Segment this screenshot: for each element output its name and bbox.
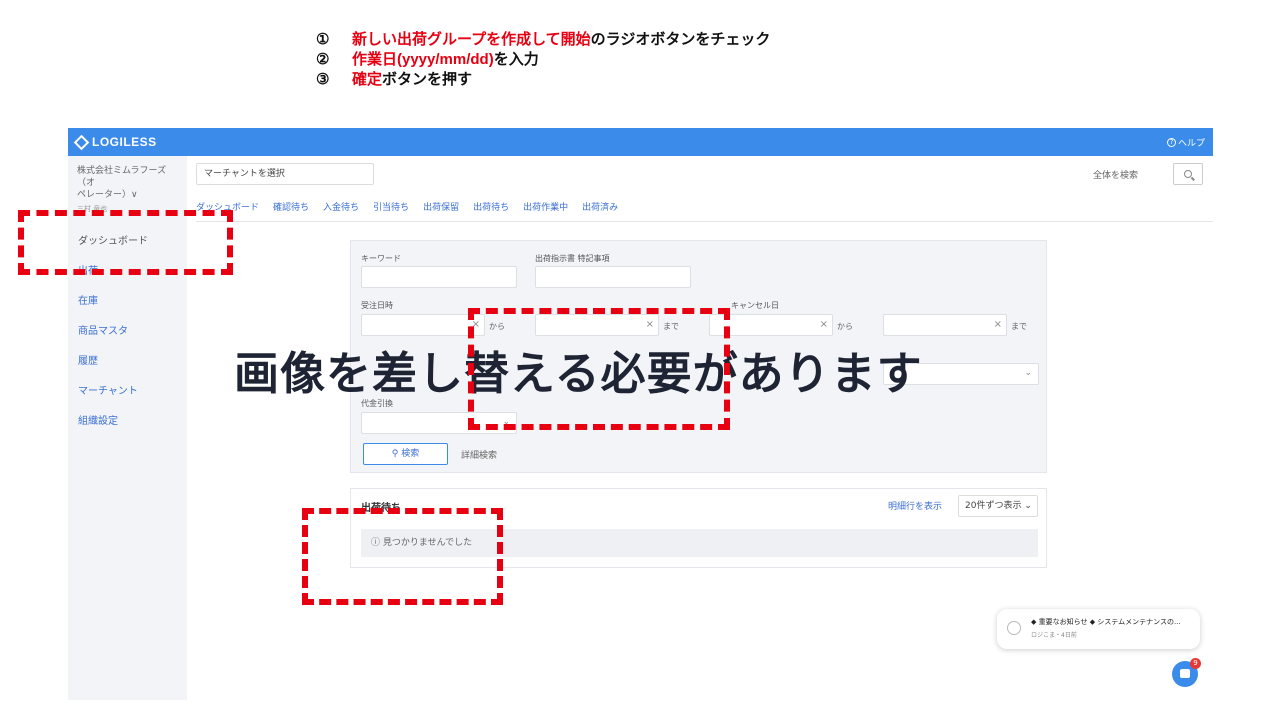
instruction-note-label: 出荷指示書 特記事項 bbox=[535, 254, 610, 263]
tab-payment-wait[interactable]: 入金待ち bbox=[323, 200, 359, 221]
step-text: ボタンを押す bbox=[382, 71, 473, 88]
step-number: ③ bbox=[316, 71, 330, 88]
instruction-note-input[interactable] bbox=[535, 266, 691, 288]
logo[interactable]: LOGILESS bbox=[73, 134, 157, 150]
step-highlight: 作業日(yyyy/mm/dd) bbox=[352, 51, 494, 68]
order-date-label: 受注日時 bbox=[361, 301, 393, 310]
global-search-button[interactable] bbox=[1173, 163, 1203, 185]
instructions: ① 新しい出荷グループを作成して開始 のラジオボタンをチェック ② 作業日(yy… bbox=[316, 30, 770, 90]
sidebar-item-org-settings[interactable]: 組織設定 bbox=[68, 407, 187, 437]
chevron-down-icon: ⌄ bbox=[1024, 501, 1032, 511]
org-name-line1: 株式会社ミムラフーズ（オ bbox=[77, 166, 167, 188]
logo-text: LOGILESS bbox=[92, 135, 157, 149]
order-date-from-input[interactable]: × bbox=[361, 314, 485, 336]
sidebar-item-product-master[interactable]: 商品マスタ bbox=[68, 317, 187, 347]
instruction-step-3: ③ 確定 ボタンを押す bbox=[316, 70, 770, 90]
step-number: ② bbox=[316, 51, 330, 68]
clear-icon[interactable]: × bbox=[994, 319, 1002, 330]
merchant-select[interactable]: マーチャントを選択 bbox=[196, 163, 374, 185]
search-icon bbox=[1184, 170, 1192, 178]
cancel-date-label: キャンセル日 bbox=[731, 301, 779, 310]
per-page-select[interactable]: 20件ずつ表示 ⌄ bbox=[958, 495, 1038, 517]
search-button[interactable]: ⚲ 検索 bbox=[363, 443, 448, 465]
question-icon: ? bbox=[1166, 137, 1176, 147]
search-icon: ⚲ bbox=[391, 449, 402, 459]
logo-diamond-icon bbox=[73, 134, 90, 150]
search-button-label: 検索 bbox=[401, 449, 420, 459]
cancel-date-to-input[interactable]: × bbox=[883, 314, 1007, 336]
instruction-step-2: ② 作業日(yyyy/mm/dd) を入力 bbox=[316, 50, 770, 70]
notification-meta: ロジこま・4日前 bbox=[1031, 632, 1077, 639]
highlight-box-shipping bbox=[18, 210, 233, 275]
notification-title: ◆ 重要なお知らせ ◆ システムメンテナンスの... bbox=[1031, 618, 1181, 626]
tab-in-progress[interactable]: 出荷作業中 bbox=[523, 200, 568, 221]
tab-allocation-wait[interactable]: 引当待ち bbox=[373, 200, 409, 221]
tab-shipping-wait[interactable]: 出荷待ち bbox=[473, 200, 509, 221]
chevron-down-icon: ⌄ bbox=[1024, 368, 1032, 378]
chat-button[interactable]: 9 bbox=[1172, 658, 1201, 687]
sidebar-item-merchant[interactable]: マーチャント bbox=[68, 377, 187, 407]
step-highlight: 新しい出荷グループを作成して開始 bbox=[352, 31, 591, 48]
sidebar-item-history[interactable]: 履歴 bbox=[68, 347, 187, 377]
keyword-label: キーワード bbox=[361, 254, 401, 263]
notification-popup[interactable]: ◆ 重要なお知らせ ◆ システムメンテナンスの... ロジこま・4日前 bbox=[997, 609, 1200, 649]
tab-on-hold[interactable]: 出荷保留 bbox=[423, 200, 459, 221]
top-bar: LOGILESS ? ヘルプ bbox=[68, 128, 1213, 156]
to-label: まで bbox=[1011, 322, 1027, 331]
tab-confirm-wait[interactable]: 確認待ち bbox=[273, 200, 309, 221]
step-text: のラジオボタンをチェック bbox=[590, 31, 771, 48]
avatar bbox=[1007, 621, 1021, 635]
step-text: を入力 bbox=[493, 51, 539, 68]
keyword-input[interactable] bbox=[361, 266, 517, 288]
show-rows-link[interactable]: 明細行を表示 bbox=[888, 499, 942, 512]
highlight-box-empty bbox=[302, 508, 503, 605]
global-search-label: 全体を検索 bbox=[1092, 171, 1138, 181]
org-name-line2: ペレーター）∨ bbox=[77, 190, 138, 200]
from-label: から bbox=[837, 322, 853, 331]
per-page-label: 20件ずつ表示 bbox=[965, 501, 1022, 511]
chat-icon bbox=[1180, 669, 1190, 678]
step-number: ① bbox=[316, 31, 330, 48]
advanced-search-link[interactable]: 詳細検索 bbox=[461, 448, 497, 461]
sidebar-item-inventory[interactable]: 在庫 bbox=[68, 287, 187, 317]
step-highlight: 確定 bbox=[352, 71, 383, 88]
clear-icon[interactable]: × bbox=[820, 319, 828, 330]
chat-badge: 9 bbox=[1190, 658, 1201, 669]
tab-shipped[interactable]: 出荷済み bbox=[582, 200, 618, 221]
shipping-tabs: ダッシュボード 確認待ち 入金待ち 引当待ち 出荷保留 出荷待ち 出荷作業中 出… bbox=[196, 200, 1213, 222]
instruction-step-1: ① 新しい出荷グループを作成して開始 のラジオボタンをチェック bbox=[316, 30, 770, 50]
help-label: ヘルプ bbox=[1177, 138, 1205, 149]
highlight-box-tab bbox=[468, 308, 730, 430]
help-link[interactable]: ? ヘルプ bbox=[1166, 136, 1205, 149]
